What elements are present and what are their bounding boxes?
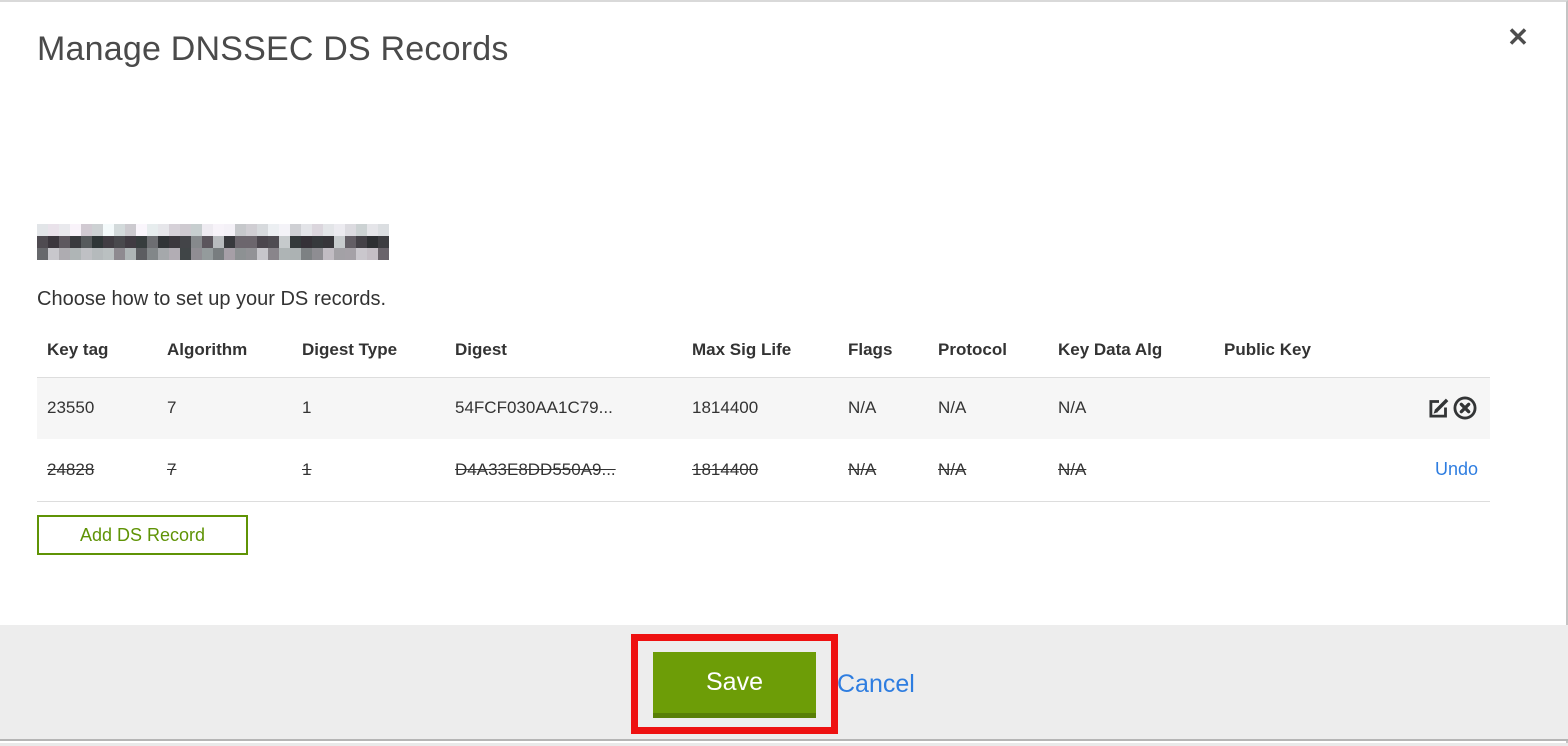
col-header-flags: Flags [838,324,928,378]
cell-protocol: N/A [928,439,1048,502]
col-header-protocol: Protocol [928,324,1048,378]
cancel-link[interactable]: Cancel [837,670,915,699]
cell-max-sig-life: 1814400 [682,439,838,502]
manage-dnssec-dialog: Manage DNSSEC DS Records ✕ Choose how to… [0,0,1568,746]
col-header-key-data-alg: Key Data Alg [1048,324,1214,378]
col-header-digest: Digest [445,324,682,378]
cell-public-key [1214,377,1394,439]
table-header-row: Key tag Algorithm Digest Type Digest Max… [37,324,1490,378]
cell-algorithm: 7 [157,439,292,502]
cell-key-data-alg: N/A [1048,377,1214,439]
col-header-key-tag: Key tag [37,324,157,378]
cell-key-tag: 23550 [37,377,157,439]
add-ds-record-button[interactable]: Add DS Record [37,515,248,555]
col-header-actions [1394,324,1490,378]
col-header-public-key: Public Key [1214,324,1394,378]
cell-flags: N/A [838,377,928,439]
redacted-domain-name [37,224,389,260]
cell-key-tag: 24828 [37,439,157,502]
cell-flags: N/A [838,439,928,502]
cell-max-sig-life: 1814400 [682,377,838,439]
dialog-title: Manage DNSSEC DS Records [37,30,509,68]
cell-digest: 54FCF030AA1C79... [445,377,682,439]
cell-algorithm: 7 [157,377,292,439]
undo-link[interactable]: Undo [1435,459,1478,479]
cell-key-data-alg: N/A [1048,439,1214,502]
close-icon[interactable]: ✕ [1503,22,1533,52]
table-row: 23550 7 1 54FCF030AA1C79... 1814400 N/A … [37,377,1490,439]
edit-icon[interactable] [1426,395,1452,421]
cell-digest: D4A33E8DD550A9... [445,439,682,502]
table-row-deleted: 24828 7 1 D4A33E8DD550A9... 1814400 N/A … [37,439,1490,502]
row-actions [1394,377,1490,439]
ds-records-table: Key tag Algorithm Digest Type Digest Max… [37,324,1490,502]
delete-icon[interactable] [1452,395,1478,421]
cell-protocol: N/A [928,377,1048,439]
cell-public-key [1214,439,1394,502]
col-header-digest-type: Digest Type [292,324,445,378]
cell-digest-type: 1 [292,439,445,502]
save-button[interactable]: Save [653,652,816,718]
cell-digest-type: 1 [292,377,445,439]
col-header-max-sig-life: Max Sig Life [682,324,838,378]
col-header-algorithm: Algorithm [157,324,292,378]
row-actions: Undo [1394,439,1490,502]
instruction-text: Choose how to set up your DS records. [37,288,387,310]
